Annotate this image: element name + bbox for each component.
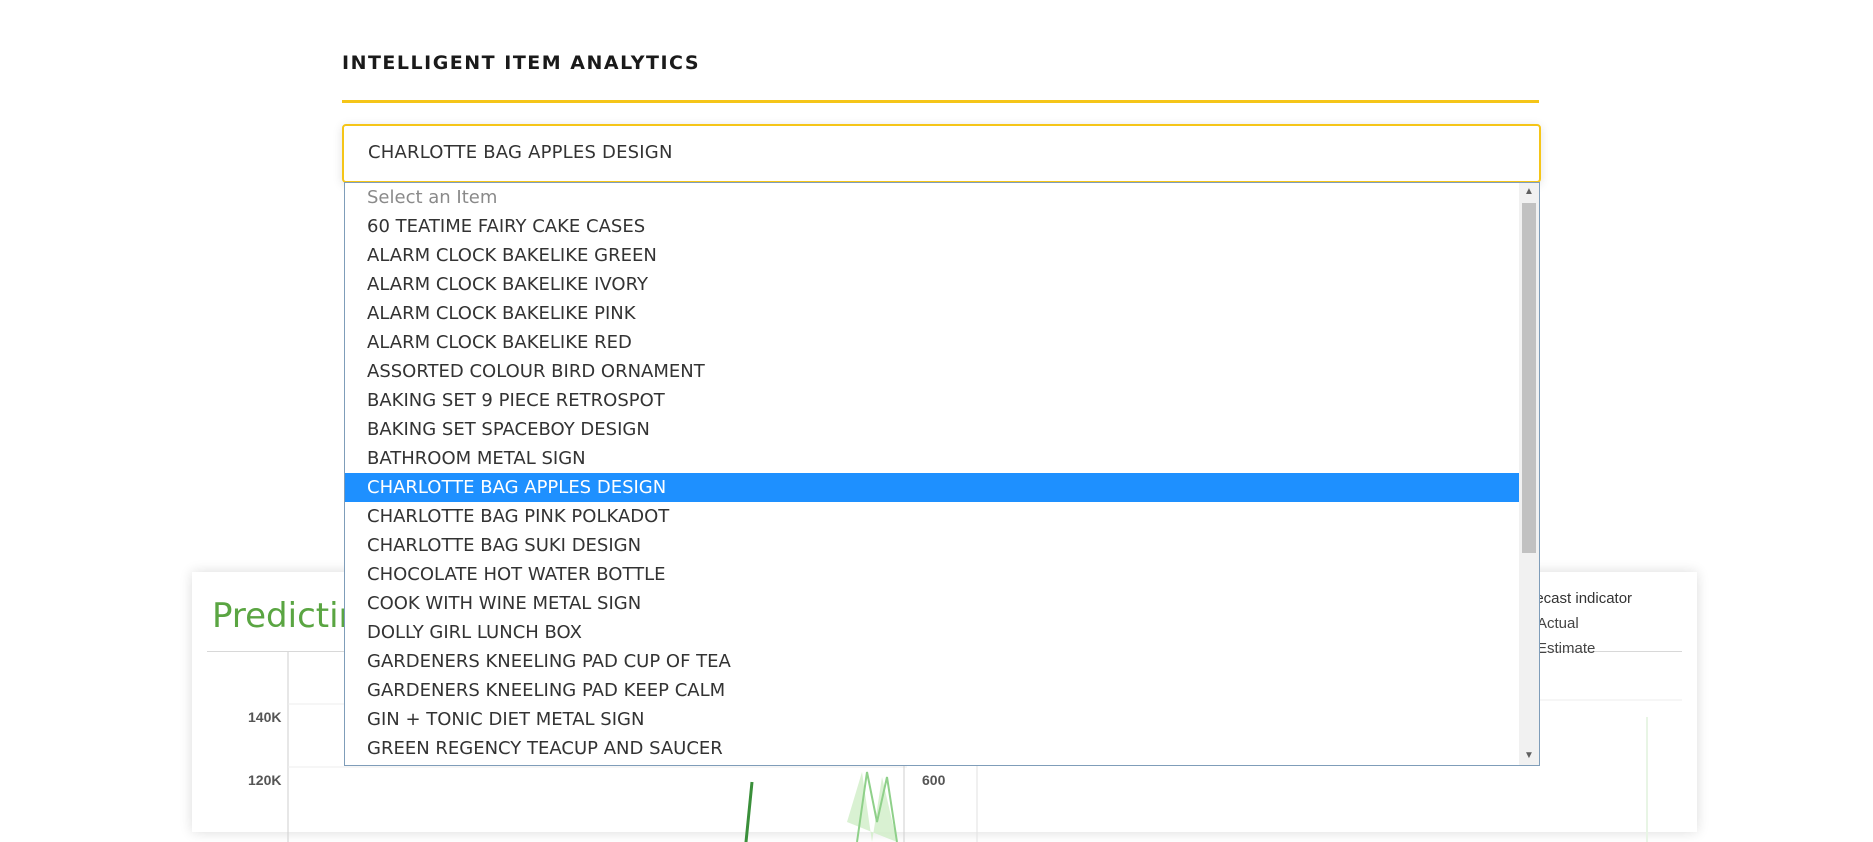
ytick-label-120k: 120K <box>248 772 282 788</box>
dropdown-option[interactable]: DOLLY GIRL LUNCH BOX <box>345 618 1519 647</box>
ytick-label-140k: 140K <box>248 709 282 725</box>
header-divider <box>342 100 1539 103</box>
dropdown-option[interactable]: GARDENERS KNEELING PAD CUP OF TEA <box>345 647 1519 676</box>
dropdown-placeholder[interactable]: Select an Item <box>345 183 1519 212</box>
dropdown-option[interactable]: GARDENERS KNEELING PAD KEEP CALM <box>345 676 1519 705</box>
scroll-up-icon[interactable]: ▲ <box>1519 183 1539 201</box>
dropdown-option[interactable]: BAKING SET 9 PIECE RETROSPOT <box>345 386 1519 415</box>
dropdown-option[interactable]: ALARM CLOCK BAKELIKE IVORY <box>345 270 1519 299</box>
estimate-band <box>847 772 897 842</box>
dropdown-option[interactable]: CHOCOLATE HOT WATER BOTTLE <box>345 560 1519 589</box>
legend-label-actual: Actual <box>1537 615 1579 632</box>
dropdown-option[interactable]: CHARLOTTE BAG SUKI DESIGN <box>345 531 1519 560</box>
legend-item-actual: Actual <box>1521 615 1579 632</box>
actual-line <box>744 781 754 842</box>
item-select[interactable]: CHARLOTTE BAG APPLES DESIGN <box>342 124 1541 183</box>
dropdown-option[interactable]: CHARLOTTE BAG PINK POLKADOT <box>345 502 1519 531</box>
dropdown-option[interactable]: ALARM CLOCK BAKELIKE PINK <box>345 299 1519 328</box>
dropdown-option[interactable]: BATHROOM METAL SIGN <box>345 444 1519 473</box>
scroll-down-icon[interactable]: ▼ <box>1519 747 1539 765</box>
dropdown-option[interactable]: ALARM CLOCK BAKELIKE GREEN <box>345 241 1519 270</box>
dropdown-option[interactable]: ALARM CLOCK BAKELIKE RED <box>345 328 1519 357</box>
legend-label-estimate: Estimate <box>1537 640 1596 657</box>
dropdown-options: Select an Item 60 TEATIME FAIRY CAKE CASE… <box>345 183 1519 765</box>
dropdown-option[interactable]: 60 TEATIME FAIRY CAKE CASES <box>345 212 1519 241</box>
dropdown-option-selected[interactable]: CHARLOTTE BAG APPLES DESIGN <box>345 473 1519 502</box>
item-select-value: CHARLOTTE BAG APPLES DESIGN <box>368 142 673 163</box>
dropdown-scrollbar[interactable]: ▲ ▼ <box>1519 183 1539 765</box>
dropdown-option[interactable]: GREEN REGENCY TEACUP AND SAUCER <box>345 734 1519 763</box>
dropdown-option[interactable]: COOK WITH WINE METAL SIGN <box>345 589 1519 618</box>
item-dropdown-list[interactable]: Select an Item 60 TEATIME FAIRY CAKE CASE… <box>344 182 1540 766</box>
scroll-thumb[interactable] <box>1522 203 1536 553</box>
dropdown-option[interactable]: ASSORTED COLOUR BIRD ORNAMENT <box>345 357 1519 386</box>
legend-item-estimate: Estimate <box>1521 640 1596 657</box>
dropdown-option[interactable]: GIN + TONIC DIET METAL SIGN <box>345 705 1519 734</box>
dropdown-option[interactable]: BAKING SET SPACEBOY DESIGN <box>345 415 1519 444</box>
page-header-title: INTELLIGENT ITEM ANALYTICS <box>342 52 701 74</box>
